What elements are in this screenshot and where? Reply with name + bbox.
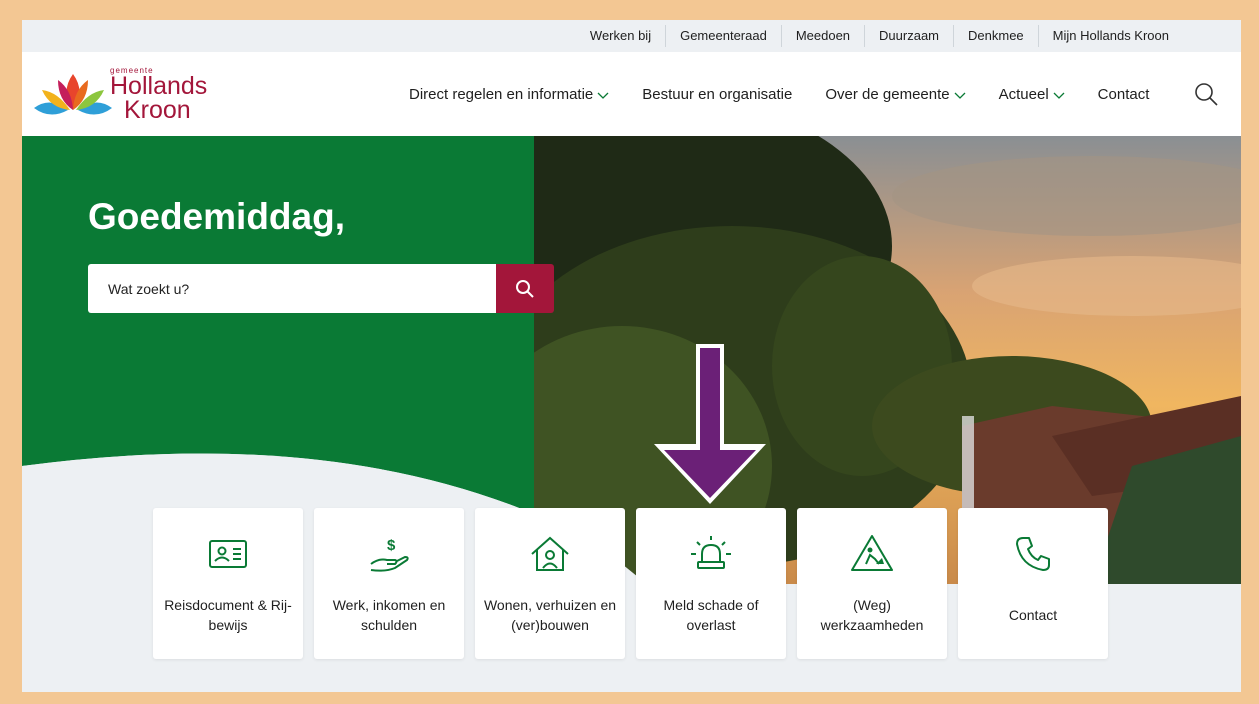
chevron-down-icon <box>1053 92 1065 99</box>
top-link-duurzaam[interactable]: Duurzaam <box>864 25 953 47</box>
tile-label: Meld schade of overlast <box>663 597 759 633</box>
tile-label: Wonen, verhuizen en (ver)bouwen <box>483 597 617 633</box>
top-link-denkmee[interactable]: Denkmee <box>953 25 1038 47</box>
tile-meld-schade[interactable]: Meld schade of overlast <box>636 508 786 659</box>
chevron-down-icon <box>954 92 966 99</box>
search-placeholder: Wat zoekt u? <box>108 280 190 297</box>
main-header: gemeente Hollands Kroon Direct regelen e… <box>22 52 1241 136</box>
tile-wonen[interactable]: Wonen, verhuizen en (ver)bouwen <box>475 508 625 659</box>
nav-actueel[interactable]: Actueel <box>999 86 1065 103</box>
phone-icon <box>1016 537 1050 571</box>
tile-reisdocument[interactable]: Reisdocument & Rij-bewijs <box>153 508 303 659</box>
chevron-down-icon <box>597 92 609 99</box>
tile-label: Contact <box>1008 607 1058 623</box>
search-input[interactable]: Wat zoekt u? <box>88 264 496 313</box>
tile-contact[interactable]: Contact <box>958 508 1108 659</box>
house-person-icon <box>531 536 569 571</box>
search-icon[interactable] <box>1193 81 1219 107</box>
tile-werk-inkomen[interactable]: $ Werk, inkomen en schulden <box>314 508 464 659</box>
search-icon <box>516 279 534 298</box>
site-logo[interactable]: gemeente Hollands Kroon <box>32 66 222 126</box>
search-submit-button[interactable] <box>496 264 554 313</box>
logo-wordmark: Hollands Kroon <box>110 72 208 124</box>
logo-line-1: Hollands <box>110 72 208 100</box>
page-frame: Werken bij Gemeenteraad Meedoen Duurzaam… <box>22 20 1241 692</box>
purple-arrow-annotation <box>654 344 766 504</box>
nav-label: Contact <box>1097 85 1150 103</box>
nav-bestuur[interactable]: Bestuur en organisatie <box>642 86 792 103</box>
nav-label: Actueel <box>998 85 1049 103</box>
nav-contact[interactable]: Contact <box>1098 86 1150 103</box>
nav-direct-regelen[interactable]: Direct regelen en informatie <box>409 86 609 103</box>
top-link-mijn-hollands-kroon[interactable]: Mijn Hollands Kroon <box>1037 25 1183 47</box>
lotus-logo-icon <box>34 74 112 115</box>
svg-text:$: $ <box>387 537 396 554</box>
tile-label: (Weg) werkzaamheden <box>820 597 924 633</box>
task-tiles: Reisdocument & Rij-bewijs $ Werk, inkome… <box>153 508 1119 659</box>
logo-line-2: Kroon <box>124 96 191 124</box>
id-card-icon <box>209 540 247 568</box>
nav-over-de-gemeente[interactable]: Over de gemeente <box>825 85 966 103</box>
nav-label: Over de gemeente <box>825 85 950 103</box>
siren-icon <box>691 536 731 569</box>
top-link-gemeenteraad[interactable]: Gemeenteraad <box>665 25 781 47</box>
tile-label: Reisdocument & Rij-bewijs <box>164 597 292 633</box>
hand-dollar-icon: $ <box>370 537 409 572</box>
main-nav: Direct regelen en informatie Bestuur en … <box>409 52 1182 136</box>
greeting-heading: Goedemiddag, <box>88 196 345 237</box>
nav-label: Bestuur en organisatie <box>642 85 793 103</box>
top-link-werken-bij[interactable]: Werken bij <box>576 25 665 47</box>
nav-label: Direct regelen en informatie <box>409 85 594 103</box>
top-utility-bar: Werken bij Gemeenteraad Meedoen Duurzaam… <box>22 20 1241 52</box>
tile-label: Werk, inkomen en schulden <box>332 597 446 633</box>
top-link-meedoen[interactable]: Meedoen <box>780 25 864 47</box>
tile-weg-werkzaamheden[interactable]: (Weg) werkzaamheden <box>797 508 947 659</box>
roadwork-sign-icon <box>851 535 893 571</box>
